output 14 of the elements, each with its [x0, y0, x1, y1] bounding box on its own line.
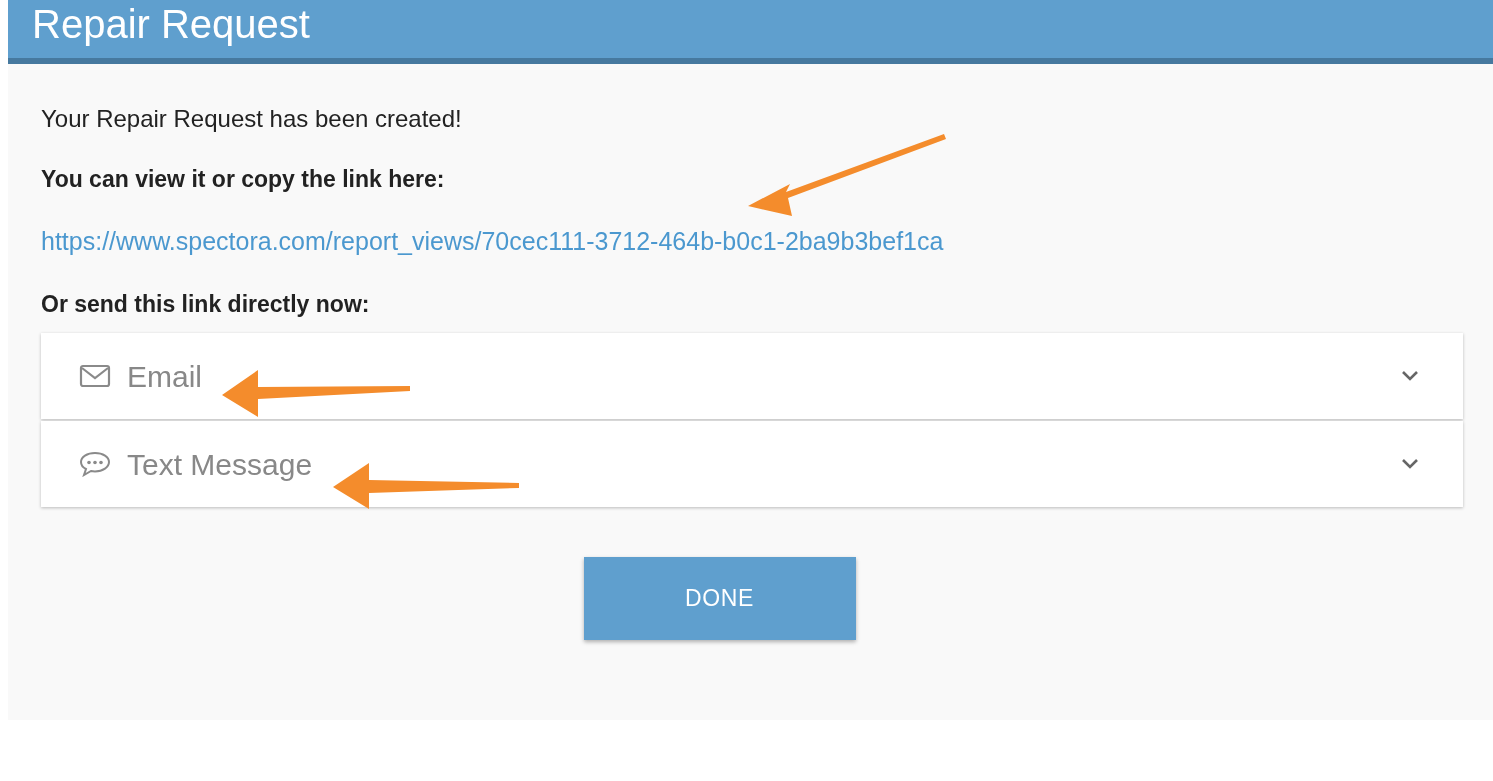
chevron-icon — [1401, 370, 1419, 382]
confirmation-message: Your Repair Request has been created! — [41, 104, 462, 134]
option-label: Email — [127, 358, 202, 395]
page-title: Repair Request — [32, 1, 310, 48]
send-option-header[interactable]: Text Message — [41, 421, 1463, 507]
report-link[interactable]: https://www.spectora.com/report_views/70cec111-3712-464b-b0c1-2ba9b3bef1ca — [41, 226, 944, 256]
done-button[interactable]: DONE — [583, 557, 856, 640]
send-heading: Or send this link directly now: — [41, 290, 370, 319]
send-option-header[interactable]: Email — [41, 333, 1463, 419]
envelope-icon — [79, 364, 111, 388]
chevron-icon — [1401, 458, 1419, 470]
option-label: Text Message — [127, 446, 313, 483]
link-heading: You can view it or copy the link here: — [41, 165, 445, 194]
chat-bubble-icon — [79, 451, 111, 477]
